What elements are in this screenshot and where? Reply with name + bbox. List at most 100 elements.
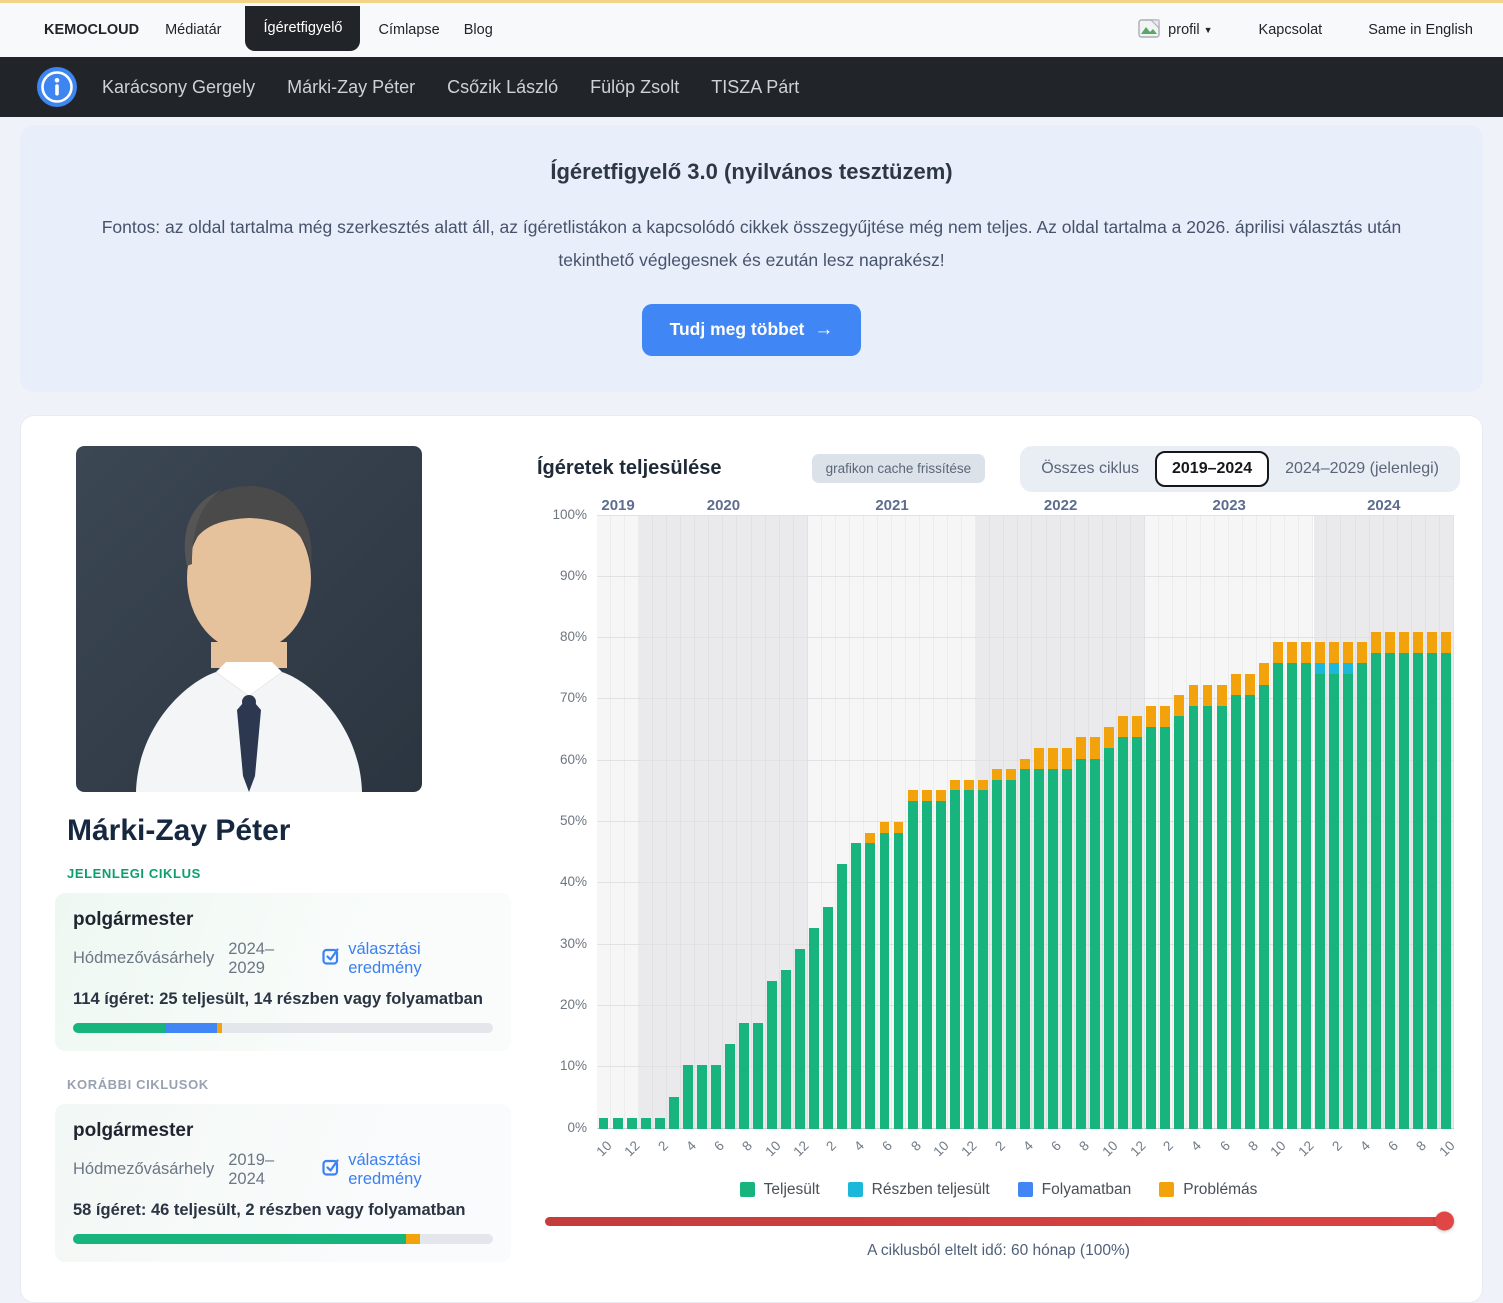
learn-more-button[interactable]: Tudj meg többet → (642, 304, 862, 356)
bar-segment (837, 864, 847, 1128)
elapsed-time-slider[interactable] (545, 1217, 1450, 1226)
nav-item-cimlapse[interactable]: Címlapse (378, 22, 439, 38)
bar-slot (1018, 516, 1032, 1129)
nav-item-blog[interactable]: Blog (464, 22, 493, 38)
subnav-csozik-laszlo[interactable]: Csőzik László (447, 77, 558, 98)
x-tick: 4 (1187, 1129, 1201, 1177)
bar-segment (936, 801, 946, 1129)
stacked-bar (851, 516, 861, 1129)
x-tick (1117, 1129, 1131, 1177)
nav-item-english[interactable]: Same in English (1368, 22, 1473, 38)
nav-item-igeretfigyelo[interactable]: Ígéretfigyelő (245, 6, 360, 51)
slider-handle[interactable] (1435, 1212, 1454, 1231)
bar-slot (780, 516, 794, 1129)
stacked-bar (613, 516, 623, 1129)
city-label: Hódmezővásárhely (73, 1160, 214, 1179)
bar-segment (1076, 737, 1086, 758)
stacked-bar (1315, 516, 1325, 1129)
promise-chart: 2019202020212022202320240%10%20%30%40%50… (537, 516, 1460, 1260)
bar-slot (906, 516, 920, 1129)
subnav-fulop-zsolt[interactable]: Fülöp Zsolt (590, 77, 679, 98)
progress-segment (217, 1023, 222, 1033)
nav-item-kapcsolat[interactable]: Kapcsolat (1259, 22, 1323, 38)
bar-segment (1413, 632, 1423, 653)
tab-2024-2029[interactable]: 2024–2029 (jelenlegi) (1269, 452, 1455, 486)
election-result-link[interactable]: választási eredmény (322, 940, 493, 978)
bar-segment (641, 1118, 651, 1129)
bar-segment (1343, 663, 1353, 674)
bar-slot (639, 516, 653, 1129)
bar-segment (1104, 748, 1114, 1128)
profile-dropdown[interactable]: profil▼ (1168, 22, 1212, 38)
stacked-bar (1413, 516, 1423, 1129)
info-icon[interactable] (36, 66, 78, 108)
bar-segment (1020, 759, 1030, 770)
x-tick (1032, 1129, 1046, 1177)
x-tick (892, 1129, 906, 1177)
x-tick: 10 (1440, 1129, 1454, 1177)
election-result-link[interactable]: választási eredmény (322, 1151, 493, 1189)
stacked-bar (865, 516, 875, 1129)
x-tick (920, 1129, 934, 1177)
tab-2019-2024[interactable]: 2019–2024 (1155, 451, 1269, 487)
bar-slot (1215, 516, 1229, 1129)
stacked-bar (1217, 516, 1227, 1129)
x-tick: 2 (1159, 1129, 1173, 1177)
legend-swatch (740, 1182, 755, 1197)
bar-segment (1006, 769, 1016, 780)
bar-segment (950, 790, 960, 1128)
brand-kemocloud[interactable]: KEMOCLOUD (44, 22, 139, 38)
x-tick: 10 (1103, 1129, 1117, 1177)
bar-segment (1301, 642, 1311, 663)
bar-segment (683, 1065, 693, 1128)
bar-segment (1034, 748, 1044, 769)
bar-segment (1217, 685, 1227, 706)
bar-segment (1160, 706, 1170, 727)
legend-swatch (1018, 1182, 1033, 1197)
bar-segment (697, 1065, 707, 1128)
bar-slot (1145, 516, 1159, 1129)
nav-item-mediatar[interactable]: Médiatár (165, 22, 221, 38)
stacked-bar (1020, 516, 1030, 1129)
bar-segment (1034, 769, 1044, 1128)
stacked-bar (599, 516, 609, 1129)
refresh-cache-button[interactable]: grafikon cache frissítése (812, 454, 986, 483)
stacked-bar (1174, 516, 1184, 1129)
bar-slot (1117, 516, 1131, 1129)
bar-segment (1329, 663, 1339, 674)
tab-all-cycles[interactable]: Összes ciklus (1025, 452, 1155, 486)
y-tick-label: 90% (537, 568, 587, 583)
legend-item: Folyamatban (1018, 1181, 1132, 1199)
bar-slot (1201, 516, 1215, 1129)
x-tick: 2 (822, 1129, 836, 1177)
bar-slot (990, 516, 1004, 1129)
bar-segment (1315, 674, 1325, 1128)
stacked-bar (837, 516, 847, 1129)
bar-segment (1385, 653, 1395, 1129)
x-tick (611, 1129, 625, 1177)
x-tick: 8 (1075, 1129, 1089, 1177)
subnav-tisza-part[interactable]: TISZA Párt (711, 77, 799, 98)
cycle-tabs: Összes ciklus 2019–2024 2024–2029 (jelen… (1020, 446, 1460, 492)
subnav-karacsony-gergely[interactable]: Karácsony Gergely (102, 77, 255, 98)
politicians-navbar: Karácsony Gergely Márki-Zay Péter Csőzik… (0, 57, 1503, 117)
bar-segment (1399, 653, 1409, 1129)
bar-segment (1245, 695, 1255, 1128)
bar-slot (1103, 516, 1117, 1129)
bar-segment (1146, 727, 1156, 1129)
bar-segment (992, 780, 1002, 1129)
bar-segment (1231, 674, 1241, 695)
bar-slot (1271, 516, 1285, 1129)
bar-slot (1047, 516, 1061, 1129)
y-tick-label: 0% (537, 1120, 587, 1135)
bar-slot (709, 516, 723, 1129)
x-tick: 2 (1327, 1129, 1341, 1177)
bar-slot (1257, 516, 1271, 1129)
bar-slot (808, 516, 822, 1129)
bar-slot (723, 516, 737, 1129)
x-tick: 6 (1215, 1129, 1229, 1177)
arrow-right-icon: → (814, 319, 833, 341)
bar-slot (597, 516, 611, 1129)
subnav-marki-zay-peter[interactable]: Márki-Zay Péter (287, 77, 415, 98)
x-tick (864, 1129, 878, 1177)
